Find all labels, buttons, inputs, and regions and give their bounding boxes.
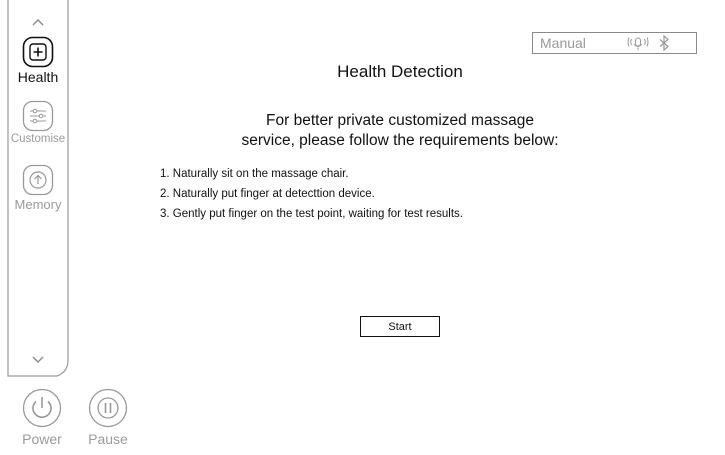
scroll-down-chevron-icon[interactable] [7,352,69,366]
scroll-up-chevron-icon[interactable] [7,14,69,28]
power-label: Power [22,431,62,447]
requirements-list: 1. Naturally sit on the massage chair. 2… [160,164,463,224]
sidebar-item-label: Memory [14,197,62,212]
sliders-icon [22,100,54,132]
pause-icon [88,388,128,428]
power-button[interactable]: Power [12,388,72,447]
list-item: 1. Naturally sit on the massage chair. [160,168,349,180]
sidebar-item-customise[interactable]: Customise [7,100,69,145]
sidebar-item-label: Health [17,69,59,85]
sidebar-item-memory[interactable]: Memory [7,164,69,212]
intro-line: For better private customized massage [266,112,534,129]
page-title: Health Detection [337,62,463,81]
intro-line: service, please follow the requirements … [241,132,559,149]
list-item: 3. Gently put finger on the test point, … [160,208,463,220]
sidebar-item-label: Customise [10,133,66,145]
start-button[interactable]: Start [360,316,440,337]
bluetooth-icon [659,35,669,51]
memory-upload-icon [22,164,54,196]
pause-label: Pause [88,431,128,447]
sidebar-item-health[interactable]: Health [7,36,69,85]
mode-indicator: Manual [540,35,586,51]
health-plus-icon [22,36,54,68]
power-icon [22,388,62,428]
pause-button[interactable]: Pause [78,388,138,447]
status-bar: Manual [532,32,697,54]
intro-text: For better private customized massage se… [150,111,650,151]
sidebar: Health Customise Memory [7,0,69,378]
list-item: 2. Naturally put finger at detecttion de… [160,188,375,200]
voice-icon [627,37,649,50]
